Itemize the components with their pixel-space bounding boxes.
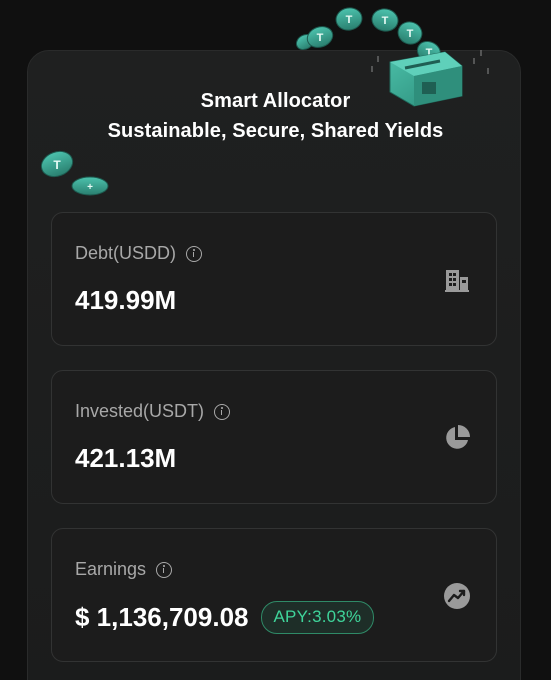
building-icon — [445, 270, 469, 292]
debt-card: Debt(USDD) 419.99M — [51, 212, 497, 346]
page: T T T T T T + Smart Allocator Sustainabl… — [0, 0, 551, 680]
info-icon[interactable] — [214, 403, 231, 420]
page-title: Smart Allocator — [200, 90, 351, 112]
invested-value: 421.13M — [75, 443, 177, 473]
svg-text:T: T — [382, 15, 389, 27]
invested-card: Invested(USDT) 421.13M — [51, 370, 497, 504]
pie-chart-icon — [446, 425, 470, 449]
svg-text:T: T — [346, 14, 353, 26]
apy-badge: APY:3.03% — [260, 601, 375, 634]
trending-up-icon — [444, 583, 470, 609]
invested-label: Invested(USDT) — [75, 401, 205, 421]
info-icon[interactable] — [156, 561, 173, 578]
page-subtitle: Sustainable, Secure, Shared Yields — [107, 120, 444, 142]
svg-text:T: T — [407, 28, 414, 40]
svg-text:T: T — [317, 32, 324, 44]
earnings-label: Earnings — [75, 559, 147, 579]
earnings-value: $ 1,136,709.08 — [75, 602, 249, 632]
earnings-card: Earnings $ 1,136,709.08 APY:3.03% — [51, 528, 497, 662]
debt-label: Debt(USDD) — [75, 243, 177, 263]
debt-value: 419.99M — [75, 285, 177, 315]
info-icon[interactable] — [186, 245, 203, 262]
